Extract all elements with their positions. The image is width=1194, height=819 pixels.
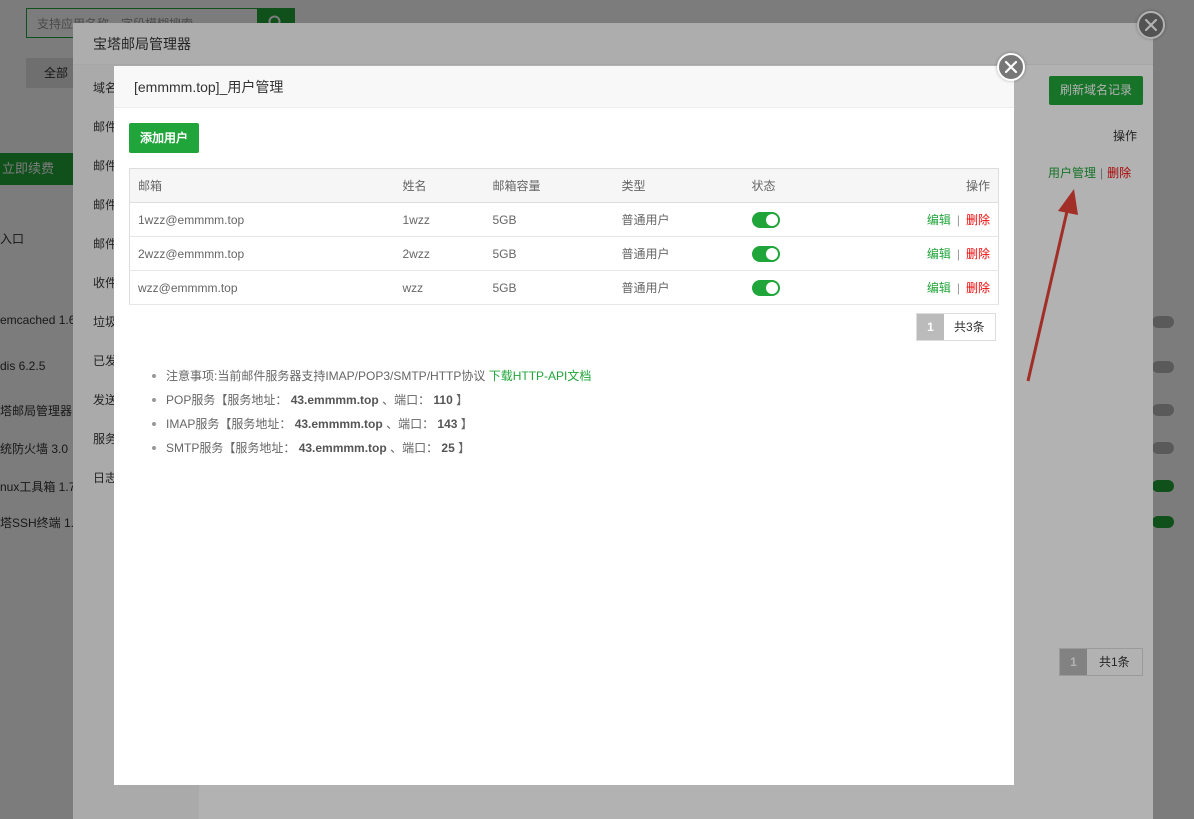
edit-link[interactable]: 编辑 — [927, 213, 951, 227]
cell-email: 1wzz@emmmm.top — [129, 202, 395, 237]
table-row: wzz@emmmm.top wzz 5GB 普通用户 编辑 | 删除 — [129, 270, 999, 305]
edit-link[interactable]: 编辑 — [927, 247, 951, 261]
smtp-host: 43.emmmm.top — [298, 441, 387, 455]
col-header-name: 姓名 — [394, 168, 485, 203]
note-text: SMTP服务【服务地址： — [166, 441, 296, 455]
note-text: 、端口： — [386, 417, 435, 431]
imap-host: 43.emmmm.top — [294, 417, 383, 431]
col-header-email: 邮箱 — [129, 168, 395, 203]
note-text: 、端口： — [390, 441, 439, 455]
note-text: 、端口： — [382, 393, 431, 407]
col-header-quota: 邮箱容量 — [484, 168, 614, 203]
service-notes: 注意事项:当前邮件服务器支持IMAP/POP3/SMTP/HTTP协议 下载HT… — [149, 368, 591, 464]
note-text: 】 — [460, 417, 473, 431]
user-table: 邮箱 姓名 邮箱容量 类型 状态 操作 1wzz@emmmm.top 1wzz … — [129, 168, 999, 305]
cell-type: 普通用户 — [613, 236, 744, 271]
cell-name: 1wzz — [394, 202, 485, 237]
toggle-knob — [765, 247, 778, 260]
cell-status — [743, 236, 844, 271]
table-header-row: 邮箱 姓名 邮箱容量 类型 状态 操作 — [129, 168, 999, 203]
dialog-title: [emmmm.top]_用户管理 — [114, 66, 1014, 108]
cell-status — [743, 202, 844, 237]
cell-ops: 编辑 | 删除 — [843, 202, 999, 237]
separator: | — [956, 247, 960, 261]
note-text: 注意事项:当前邮件服务器支持IMAP/POP3/SMTP/HTTP协议 — [166, 369, 486, 383]
toggle-knob — [765, 281, 778, 294]
close-user-dialog-button[interactable] — [997, 53, 1025, 81]
separator: | — [956, 213, 960, 227]
cell-type: 普通用户 — [613, 202, 744, 237]
pop-host: 43.emmmm.top — [290, 393, 379, 407]
cell-ops: 编辑 | 删除 — [843, 270, 999, 305]
cell-name: wzz — [394, 270, 485, 305]
user-management-dialog: [emmmm.top]_用户管理 添加用户 邮箱 姓名 邮箱容量 类型 状态 操… — [114, 66, 1014, 785]
pop-port: 110 — [433, 393, 453, 407]
page-total: 共3条 — [944, 314, 995, 340]
note-protocols: 注意事项:当前邮件服务器支持IMAP/POP3/SMTP/HTTP协议 下载HT… — [149, 368, 591, 392]
col-header-ops: 操作 — [843, 168, 999, 203]
status-toggle[interactable] — [751, 279, 780, 296]
toggle-knob — [765, 213, 778, 226]
delete-link[interactable]: 删除 — [966, 213, 990, 227]
note-text: 】 — [456, 393, 469, 407]
note-text: 】 — [458, 441, 471, 455]
table-row: 1wzz@emmmm.top 1wzz 5GB 普通用户 编辑 | 删除 — [129, 202, 999, 237]
note-smtp: SMTP服务【服务地址： 43.emmmm.top 、端口： 25 】 — [149, 440, 591, 464]
cell-ops: 编辑 | 删除 — [843, 236, 999, 271]
note-text: IMAP服务【服务地址： — [166, 417, 292, 431]
status-toggle[interactable] — [751, 245, 780, 262]
page-current[interactable]: 1 — [917, 314, 944, 340]
add-user-button[interactable]: 添加用户 — [129, 123, 199, 153]
cell-email: wzz@emmmm.top — [129, 270, 395, 305]
col-header-type: 类型 — [613, 168, 744, 203]
download-api-doc-link[interactable]: 下载HTTP-API文档 — [489, 369, 592, 383]
col-header-status: 状态 — [743, 168, 844, 203]
user-pager: 1 共3条 — [916, 313, 996, 341]
delete-link[interactable]: 删除 — [966, 247, 990, 261]
close-icon — [1005, 61, 1017, 73]
cell-quota: 5GB — [484, 236, 614, 271]
cell-status — [743, 270, 844, 305]
separator: | — [956, 281, 960, 295]
note-imap: IMAP服务【服务地址： 43.emmmm.top 、端口： 143 】 — [149, 416, 591, 440]
smtp-port: 25 — [441, 441, 455, 455]
delete-link[interactable]: 删除 — [966, 281, 990, 295]
cell-type: 普通用户 — [613, 270, 744, 305]
cell-email: 2wzz@emmmm.top — [129, 236, 395, 271]
status-toggle[interactable] — [751, 211, 780, 228]
table-row: 2wzz@emmmm.top 2wzz 5GB 普通用户 编辑 | 删除 — [129, 236, 999, 271]
note-pop: POP服务【服务地址： 43.emmmm.top 、端口： 110 】 — [149, 392, 591, 416]
edit-link[interactable]: 编辑 — [927, 281, 951, 295]
cell-name: 2wzz — [394, 236, 485, 271]
cell-quota: 5GB — [484, 202, 614, 237]
cell-quota: 5GB — [484, 270, 614, 305]
imap-port: 143 — [437, 417, 458, 431]
note-text: POP服务【服务地址： — [166, 393, 288, 407]
